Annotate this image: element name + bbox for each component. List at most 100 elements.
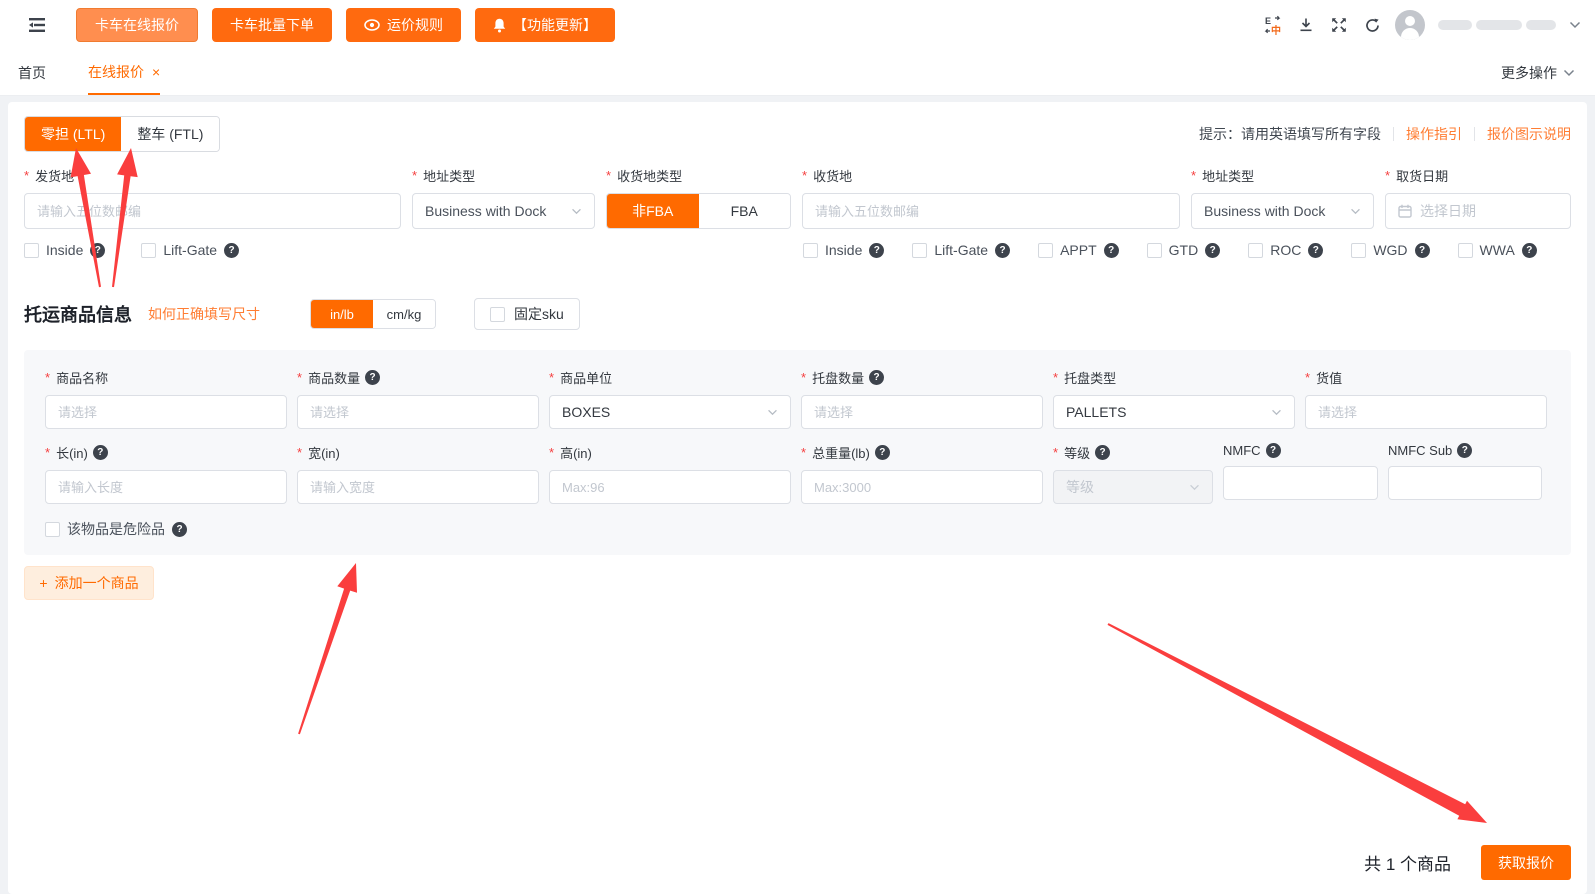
product-qty-field: *商品数量? xyxy=(297,368,539,429)
checkbox[interactable] xyxy=(1248,243,1263,258)
dest-address-type-field: *地址类型 Business with Dock xyxy=(1191,166,1374,229)
nmfc-sub-input[interactable] xyxy=(1388,466,1542,500)
pallet-type-select[interactable]: PALLETS xyxy=(1053,395,1295,429)
service-label: Lift-Gate xyxy=(934,242,988,258)
translate-icon[interactable]: E 中 xyxy=(1263,15,1283,35)
length-input[interactable] xyxy=(45,470,287,504)
mode-ftl-button[interactable]: 整车 (FTL) xyxy=(121,117,219,151)
fixed-sku-option[interactable]: 固定sku xyxy=(474,298,580,330)
help-icon[interactable]: ? xyxy=(93,445,108,460)
add-product-button[interactable]: + 添加一个商品 xyxy=(24,566,154,600)
origin-zip-input[interactable] xyxy=(24,193,401,229)
cargo-value-field: *货值 xyxy=(1305,368,1547,429)
checkbox[interactable] xyxy=(912,243,927,258)
collapse-menu-icon[interactable] xyxy=(26,15,48,35)
help-icon[interactable]: ? xyxy=(172,522,187,537)
origin-address-type-select[interactable]: Business with Dock xyxy=(412,193,595,229)
height-input[interactable] xyxy=(549,470,791,504)
checkbox[interactable] xyxy=(1458,243,1473,258)
hazmat-checkbox[interactable] xyxy=(45,522,60,537)
pallet-qty-input[interactable] xyxy=(801,395,1043,429)
help-icon[interactable]: ? xyxy=(365,370,380,385)
more-actions-dropdown[interactable]: 更多操作 xyxy=(1501,63,1577,83)
service-option-gtd[interactable]: GTD? xyxy=(1147,242,1221,258)
service-option-lift-gate[interactable]: Lift-Gate? xyxy=(141,242,239,258)
service-option-wwa[interactable]: WWA? xyxy=(1458,242,1537,258)
quote-legend-link[interactable]: 报价图示说明 xyxy=(1487,124,1571,144)
tab-home[interactable]: 首页 xyxy=(18,50,46,95)
refresh-icon[interactable] xyxy=(1362,15,1382,35)
tip-text: 提示：请用英语填写所有字段 xyxy=(1199,124,1381,144)
dest-address-type-select[interactable]: Business with Dock xyxy=(1191,193,1374,229)
checkbox[interactable] xyxy=(1038,243,1053,258)
help-icon[interactable]: ? xyxy=(1415,243,1430,258)
dimension-help-link[interactable]: 如何正确填写尺寸 xyxy=(148,304,260,324)
service-label: ROC xyxy=(1270,242,1301,258)
avatar[interactable] xyxy=(1395,10,1425,40)
unit-cmkg-button[interactable]: cm/kg xyxy=(373,300,435,328)
service-option-inside[interactable]: Inside? xyxy=(24,242,105,258)
operation-guide-link[interactable]: 操作指引 xyxy=(1406,124,1462,144)
help-icon[interactable]: ? xyxy=(869,243,884,258)
tab-online-quote[interactable]: 在线报价 × xyxy=(88,50,160,95)
user-email-redacted xyxy=(1438,20,1556,30)
help-icon[interactable]: ? xyxy=(1266,443,1281,458)
weight-input[interactable] xyxy=(801,470,1043,504)
fixed-sku-checkbox[interactable] xyxy=(490,307,505,322)
help-icon[interactable]: ? xyxy=(1104,243,1119,258)
checkbox[interactable] xyxy=(24,243,39,258)
product-unit-select[interactable]: BOXES xyxy=(549,395,791,429)
help-icon[interactable]: ? xyxy=(875,445,890,460)
tab-close-icon[interactable]: × xyxy=(152,64,160,80)
truck-batch-order-button[interactable]: 卡车批量下单 xyxy=(212,8,332,42)
product-row-2: *长(in)? *宽(in) *高(in) *总重量(lb)? *等级? xyxy=(45,443,1550,504)
calendar-icon xyxy=(1398,204,1412,218)
svg-text:中: 中 xyxy=(1271,24,1281,35)
checkbox[interactable] xyxy=(1351,243,1366,258)
service-label: WGD xyxy=(1373,242,1407,258)
download-icon[interactable] xyxy=(1296,15,1316,35)
help-icon[interactable]: ? xyxy=(995,243,1010,258)
account-chevron-down-icon[interactable] xyxy=(1569,21,1581,29)
help-icon[interactable]: ? xyxy=(1457,443,1472,458)
help-icon[interactable]: ? xyxy=(1095,445,1110,460)
checkbox[interactable] xyxy=(803,243,818,258)
product-qty-input[interactable] xyxy=(297,395,539,429)
hazmat-option[interactable]: 该物品是危险品 ? xyxy=(45,519,1550,539)
mode-ltl-button[interactable]: 零担 (LTL) xyxy=(25,117,121,151)
non-fba-button[interactable]: 非FBA xyxy=(607,194,699,228)
service-label: APPT xyxy=(1060,242,1097,258)
fba-button[interactable]: FBA xyxy=(699,194,791,228)
service-option-wgd[interactable]: WGD? xyxy=(1351,242,1429,258)
nmfc-input[interactable] xyxy=(1223,466,1378,500)
dest-zip-input[interactable] xyxy=(802,193,1180,229)
freight-class-select[interactable]: 等级 xyxy=(1053,470,1213,504)
quote-footer: 共 1 个商品 获取报价 xyxy=(1364,845,1571,880)
help-icon[interactable]: ? xyxy=(1522,243,1537,258)
product-name-input[interactable] xyxy=(45,395,287,429)
checkbox[interactable] xyxy=(141,243,156,258)
help-icon[interactable]: ? xyxy=(869,370,884,385)
service-option-inside[interactable]: Inside? xyxy=(803,242,884,258)
feature-update-button[interactable]: 【功能更新】 xyxy=(475,8,615,42)
service-option-roc[interactable]: ROC? xyxy=(1248,242,1323,258)
service-option-appt[interactable]: APPT? xyxy=(1038,242,1119,258)
width-field: *宽(in) xyxy=(297,443,539,504)
width-input[interactable] xyxy=(297,470,539,504)
help-icon[interactable]: ? xyxy=(1205,243,1220,258)
pickup-date-picker[interactable]: 选择日期 xyxy=(1385,193,1571,229)
help-icon[interactable]: ? xyxy=(224,243,239,258)
service-option-lift-gate[interactable]: Lift-Gate? xyxy=(912,242,1010,258)
fullscreen-icon[interactable] xyxy=(1329,15,1349,35)
checkbox[interactable] xyxy=(1147,243,1162,258)
cargo-value-input[interactable] xyxy=(1305,395,1547,429)
freight-rules-button[interactable]: 运价规则 xyxy=(346,8,461,42)
unit-inlb-button[interactable]: in/lb xyxy=(311,300,373,328)
get-quote-button[interactable]: 获取报价 xyxy=(1481,845,1571,880)
bell-icon xyxy=(493,18,506,33)
eye-icon xyxy=(364,19,380,31)
help-icon[interactable]: ? xyxy=(1308,243,1323,258)
truck-online-quote-button[interactable]: 卡车在线报价 xyxy=(76,8,198,42)
help-icon[interactable]: ? xyxy=(90,243,105,258)
product-card: *商品名称 *商品数量? *商品单位 BOXES *托盘数量? xyxy=(24,350,1571,555)
